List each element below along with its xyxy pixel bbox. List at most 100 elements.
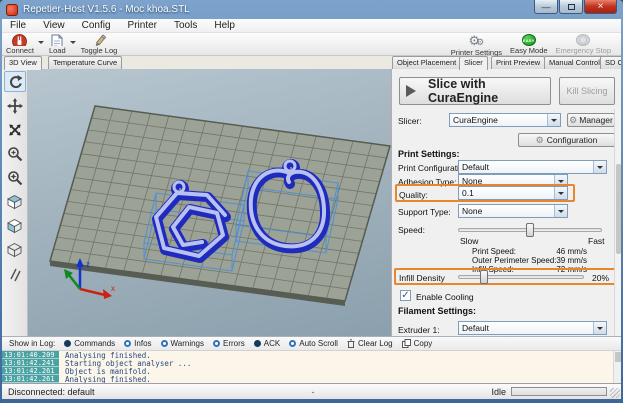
clear-log-button[interactable]: Clear Log: [347, 339, 393, 348]
rotate-icon: [7, 74, 23, 90]
auto-scroll-toggle-icon: [289, 340, 296, 347]
filter-ack[interactable]: ACK: [254, 339, 280, 348]
tab-row: 3D View Temperature Curve Object Placeme…: [2, 56, 621, 69]
log-scrollbar[interactable]: [613, 351, 621, 383]
menu-view[interactable]: View: [43, 20, 65, 31]
outer-perimeter-speed-value: 39 mm/s: [547, 256, 587, 265]
emergency-stop-icon: [576, 34, 590, 46]
support-type-select[interactable]: None: [458, 204, 568, 218]
connect-label: Connect: [6, 46, 34, 55]
infill-density-label: Infill Density: [399, 273, 445, 283]
tab-sd-card[interactable]: SD Card: [600, 56, 621, 69]
tab-print-preview[interactable]: Print Preview: [491, 56, 545, 69]
print-speed-value: 46 mm/s: [547, 247, 587, 256]
minimize-button[interactable]: —: [534, 0, 558, 14]
move-object-arrows-icon: [7, 122, 23, 138]
connect-plug-icon: [12, 34, 27, 46]
menu-config[interactable]: Config: [82, 20, 111, 31]
copy-button[interactable]: Copy: [402, 339, 433, 348]
status-bar: Disconnected: default - Idle: [2, 383, 621, 399]
connection-status: Disconnected: default: [2, 387, 95, 397]
log-timestamp: 13:01:42.261: [2, 367, 59, 375]
quality-select[interactable]: 0.1: [458, 186, 568, 200]
title-bar[interactable]: Repetier-Host V1.5.6 - Moc khoa.STL — ×: [0, 0, 623, 19]
zoom-in-button[interactable]: [4, 143, 26, 164]
printer-state-label: Idle: [491, 387, 506, 397]
configuration-button[interactable]: ⚙ Configuration: [518, 133, 615, 147]
configuration-gear-icon: ⚙: [536, 135, 544, 145]
enable-cooling-label: Enable Cooling: [416, 292, 474, 302]
infill-density-slider[interactable]: [458, 275, 584, 279]
menu-help[interactable]: Help: [214, 20, 235, 31]
toggle-log-label: Toggle Log: [81, 46, 118, 55]
enable-cooling-checkbox[interactable]: ✓: [400, 290, 411, 301]
front-view-button[interactable]: [4, 215, 26, 236]
easy-mode-icon: EASY: [522, 34, 536, 46]
cube-front-face-icon: [6, 217, 23, 234]
filter-infos[interactable]: Infos: [124, 339, 151, 348]
filter-warnings[interactable]: Warnings: [161, 339, 205, 348]
slicer-select[interactable]: CuraEngine: [449, 113, 561, 127]
menu-file[interactable]: File: [10, 20, 26, 31]
speed-slider-thumb[interactable]: [526, 223, 534, 237]
log-timestamp: 13:01:42.241: [2, 359, 59, 367]
filter-auto-scroll[interactable]: Auto Scroll: [289, 339, 338, 348]
load-button[interactable]: Load: [45, 33, 70, 55]
menu-tools[interactable]: Tools: [174, 20, 197, 31]
printer-settings-button[interactable]: ⚙⚙ Printer Settings: [447, 33, 506, 55]
emergency-stop-label: Emergency Stop: [556, 46, 611, 55]
load-file-icon: [50, 34, 64, 46]
slice-button[interactable]: Slice with CuraEngine: [399, 77, 551, 105]
parallel-lines-icon: [7, 266, 23, 282]
maximize-button[interactable]: [559, 0, 583, 14]
connect-dropdown-icon[interactable]: [38, 41, 44, 47]
rotate-view-button[interactable]: [4, 71, 26, 92]
log-toolbar: Show in Log: Commands Infos Warnings Err…: [2, 336, 621, 351]
zoom-fit-button[interactable]: [4, 167, 26, 188]
infill-density-slider-thumb[interactable]: [480, 270, 488, 284]
log-row: 13:01:42.261 Analysing finished.: [2, 375, 621, 383]
quality-label: Quality:: [399, 190, 428, 200]
perspective-view-button[interactable]: [4, 239, 26, 260]
close-button[interactable]: ×: [584, 0, 617, 14]
print-speed-label: Print Speed:: [472, 247, 516, 256]
tab-object-placement[interactable]: Object Placement: [392, 56, 461, 69]
extruder1-select[interactable]: Default: [458, 321, 607, 335]
connect-button[interactable]: Connect: [2, 33, 38, 55]
slicer-label: Slicer:: [398, 116, 422, 126]
play-icon: [406, 85, 422, 97]
easy-mode-button[interactable]: EASY Easy Mode: [506, 33, 552, 55]
tab-3d-view[interactable]: 3D View: [4, 56, 42, 70]
cube-wireframe-icon: [6, 241, 23, 258]
viewport-canvas[interactable]: z x: [28, 69, 391, 336]
tab-temperature-curve[interactable]: Temperature Curve: [48, 56, 122, 69]
top-view-button[interactable]: [4, 191, 26, 212]
panel-scrollbar[interactable]: [614, 109, 621, 336]
axis-z-label: z: [86, 260, 90, 269]
move-viewpoint-button[interactable]: [4, 95, 26, 116]
print-configuration-select[interactable]: Default: [458, 160, 607, 174]
filter-errors[interactable]: Errors: [213, 339, 245, 348]
print-bed-scene: z x: [28, 69, 391, 336]
pencil-icon: [91, 34, 107, 46]
filter-commands[interactable]: Commands: [64, 339, 115, 348]
close-icon: ×: [598, 1, 604, 12]
easy-mode-label: Easy Mode: [510, 46, 548, 55]
manager-button[interactable]: ⚙ Manager: [567, 113, 615, 127]
menu-printer[interactable]: Printer: [128, 20, 157, 31]
move-object-button[interactable]: [4, 119, 26, 140]
load-dropdown-icon[interactable]: [70, 41, 76, 47]
speed-slider[interactable]: [458, 228, 602, 232]
resize-grip[interactable]: [610, 388, 620, 398]
log-scrollbar-thumb[interactable]: [615, 352, 621, 362]
parallel-projection-button[interactable]: [4, 263, 26, 284]
support-type-label: Support Type:: [398, 207, 451, 217]
tab-slicer[interactable]: Slicer: [459, 56, 488, 70]
tab-manual-control[interactable]: Manual Control: [544, 56, 605, 69]
cube-top-face-icon: [6, 193, 23, 210]
toggle-log-button[interactable]: Toggle Log: [77, 33, 122, 55]
move-arrows-icon: [7, 98, 23, 114]
window-title: Repetier-Host V1.5.6 - Moc khoa.STL: [23, 4, 190, 15]
panel-scrollbar-thumb[interactable]: [616, 164, 621, 254]
log-message: Analysing finished.: [59, 375, 151, 384]
